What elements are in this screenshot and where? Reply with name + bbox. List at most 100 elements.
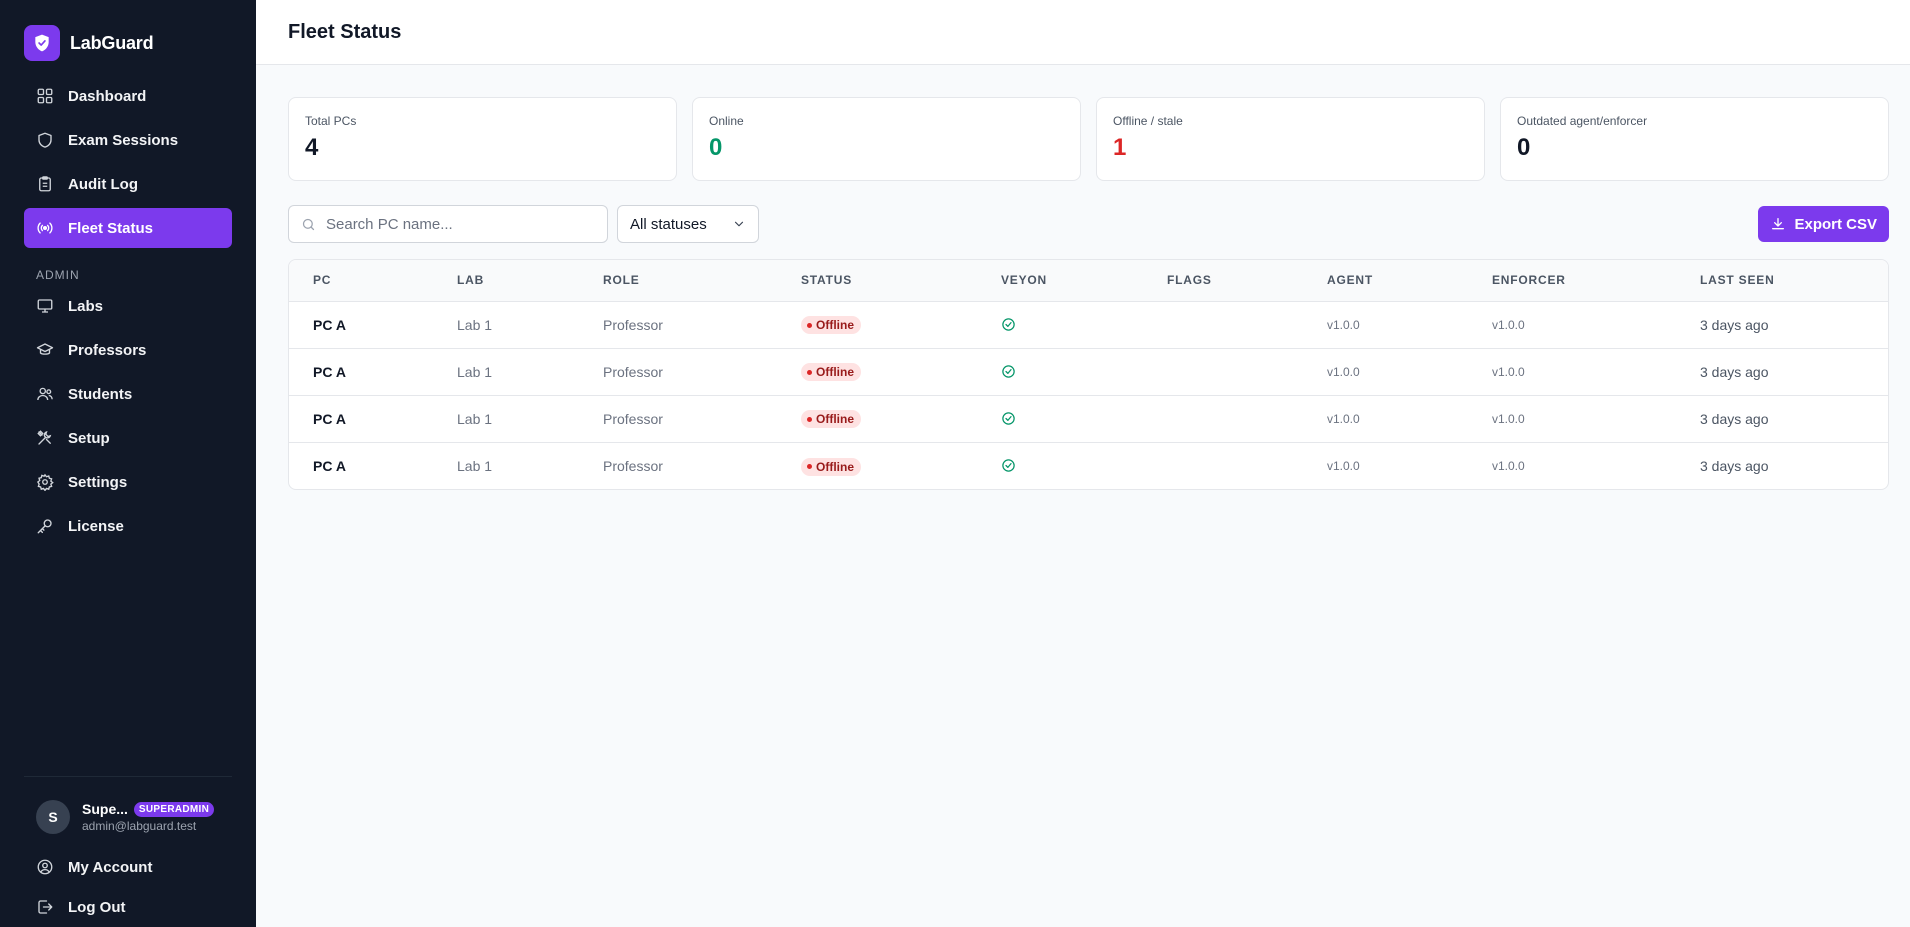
search-box[interactable] [288, 205, 608, 243]
cell-lab: Lab 1 [433, 395, 579, 443]
logout-icon [38, 900, 53, 914]
topbar: Fleet Status [256, 0, 1910, 65]
user-circle-icon [37, 859, 53, 875]
dashboard-icon [37, 88, 53, 104]
column-header-role[interactable]: ROLE [579, 260, 777, 302]
column-header-enforcer[interactable]: ENFORCER [1468, 260, 1676, 302]
search-input[interactable] [326, 215, 595, 233]
export-csv-button[interactable]: Export CSV [1758, 206, 1889, 242]
cell-flags [1143, 301, 1303, 349]
main-nav: Dashboard Exam Sessions Audit Log Fleet … [24, 76, 232, 550]
table-row[interactable]: PC A Lab 1 Professor Offline v1.0.0 v1.0… [289, 395, 1888, 443]
status-dot [807, 464, 812, 469]
main-content: Fleet Status Total PCs 4 Online 0 Offlin… [256, 0, 1910, 927]
status-badge-label: Offline [816, 365, 854, 380]
shield-icon [38, 132, 52, 148]
cell-agent: v1.0.0 [1303, 301, 1468, 349]
avatar: S [36, 800, 70, 834]
my-account-link[interactable]: My Account [24, 847, 232, 887]
status-badge: Offline [801, 410, 861, 429]
sidebar-item-dashboard[interactable]: Dashboard [24, 76, 232, 116]
sidebar-item-exam-sessions[interactable]: Exam Sessions [24, 120, 232, 160]
column-header-veyon[interactable]: VEYON [977, 260, 1143, 302]
table-row[interactable]: PC A Lab 1 Professor Offline v1.0.0 v1.0… [289, 348, 1888, 396]
cell-status: Offline [777, 442, 977, 489]
cell-status: Offline [777, 301, 977, 349]
stat-label: Offline / stale [1113, 114, 1183, 128]
stat-card-online: Online 0 [692, 97, 1081, 181]
brand[interactable]: LabGuard [24, 24, 232, 62]
cell-role: Professor [579, 348, 777, 396]
cell-veyon [977, 301, 1143, 349]
sidebar-item-audit-log[interactable]: Audit Log [24, 164, 232, 204]
graduation-cap-icon [36, 343, 54, 355]
user-email: admin@labguard.test [82, 819, 197, 833]
cell-last-seen: 3 days ago [1676, 301, 1888, 349]
sidebar-item-professors[interactable]: Professors [24, 330, 232, 370]
download-icon [1772, 218, 1785, 230]
cell-veyon [977, 348, 1143, 396]
column-header-agent[interactable]: AGENT [1303, 260, 1468, 302]
my-account-label: My Account [68, 858, 153, 876]
admin-section-label: ADMIN [36, 268, 80, 282]
cell-flags [1143, 395, 1303, 443]
sidebar-item-label: Professors [68, 341, 147, 359]
status-dot [807, 416, 812, 422]
logo-shield-icon [24, 25, 60, 61]
column-header-flags[interactable]: FLAGS [1143, 260, 1303, 302]
sidebar-item-license[interactable]: License [24, 506, 232, 546]
sidebar-item-labs[interactable]: Labs [24, 286, 232, 326]
log-out-label: Log Out [68, 898, 126, 916]
status-dot [807, 322, 812, 328]
stat-card-outdated: Outdated agent/enforcer 0 [1500, 97, 1889, 181]
cell-agent: v1.0.0 [1303, 348, 1468, 396]
gear-icon [36, 473, 54, 491]
cell-flags [1143, 348, 1303, 396]
sidebar-item-label: Settings [68, 473, 128, 491]
sidebar-item-setup[interactable]: Setup [24, 418, 232, 458]
cell-role: Professor [603, 457, 663, 474]
sidebar-item-settings[interactable]: Settings [24, 462, 232, 502]
sidebar-item-fleet-status[interactable]: Fleet Status [24, 208, 232, 248]
cell-role: Professor [579, 301, 777, 349]
sidebar-item-students[interactable]: Students [24, 374, 232, 414]
sidebar-item-label: Exam Sessions [68, 131, 179, 149]
status-badge-label: Offline [816, 459, 854, 474]
chevron-down-icon [734, 221, 744, 227]
sidebar-item-label: License [68, 517, 124, 535]
status-filter-select[interactable]: All statuses [617, 205, 759, 243]
cell-veyon [977, 395, 1143, 443]
sidebar-footer: S Supe... SUPERADMIN admin@labguard.test… [24, 776, 232, 927]
cell-status: Offline [777, 348, 977, 396]
cell-flags [1143, 442, 1303, 489]
column-header-lab[interactable]: LAB [433, 260, 579, 302]
column-header-status[interactable]: STATUS [777, 260, 977, 302]
sidebar-item-label: Setup [68, 429, 110, 447]
user-profile[interactable]: S Supe... SUPERADMIN admin@labguard.test [24, 799, 232, 835]
cell-agent: v1.0.0 [1327, 458, 1360, 473]
check-circle-icon [1002, 412, 1015, 425]
cell-enforcer: v1.0.0 [1468, 395, 1676, 443]
table-row[interactable]: PC A Lab 1 Professor Offline v1.0.0 v1.0… [289, 442, 1888, 489]
table-row[interactable]: PC A Lab 1 Professor Offline v1.0.0 v1.0… [289, 301, 1888, 349]
status-badge: Offline [801, 457, 861, 476]
log-out-button[interactable]: Log Out [24, 887, 232, 927]
column-header-pc[interactable]: PC [289, 260, 433, 302]
status-badge: Offline [801, 363, 861, 382]
cell-pc: PC A [313, 457, 346, 474]
sidebar-item-label: Students [68, 385, 133, 403]
brand-name: LabGuard [70, 32, 154, 53]
user-name: Supe... [82, 801, 128, 817]
stat-card-offline: Offline / stale 1 [1096, 97, 1485, 181]
filter-toolbar: All statuses Export CSV [288, 205, 1889, 243]
cell-pc: PC A [289, 395, 433, 443]
cell-pc: PC A [289, 348, 433, 396]
stat-card-total: Total PCs 4 [288, 97, 677, 181]
status-badge: Offline [801, 316, 861, 335]
cell-status: Offline [777, 395, 977, 443]
stat-value: 0 [1517, 134, 1531, 161]
column-header-last-seen[interactable]: LAST SEEN [1676, 260, 1888, 302]
stat-label: Outdated agent/enforcer [1517, 114, 1648, 128]
status-filter-value: All statuses [630, 215, 707, 233]
role-badge: SUPERADMIN [133, 801, 215, 817]
